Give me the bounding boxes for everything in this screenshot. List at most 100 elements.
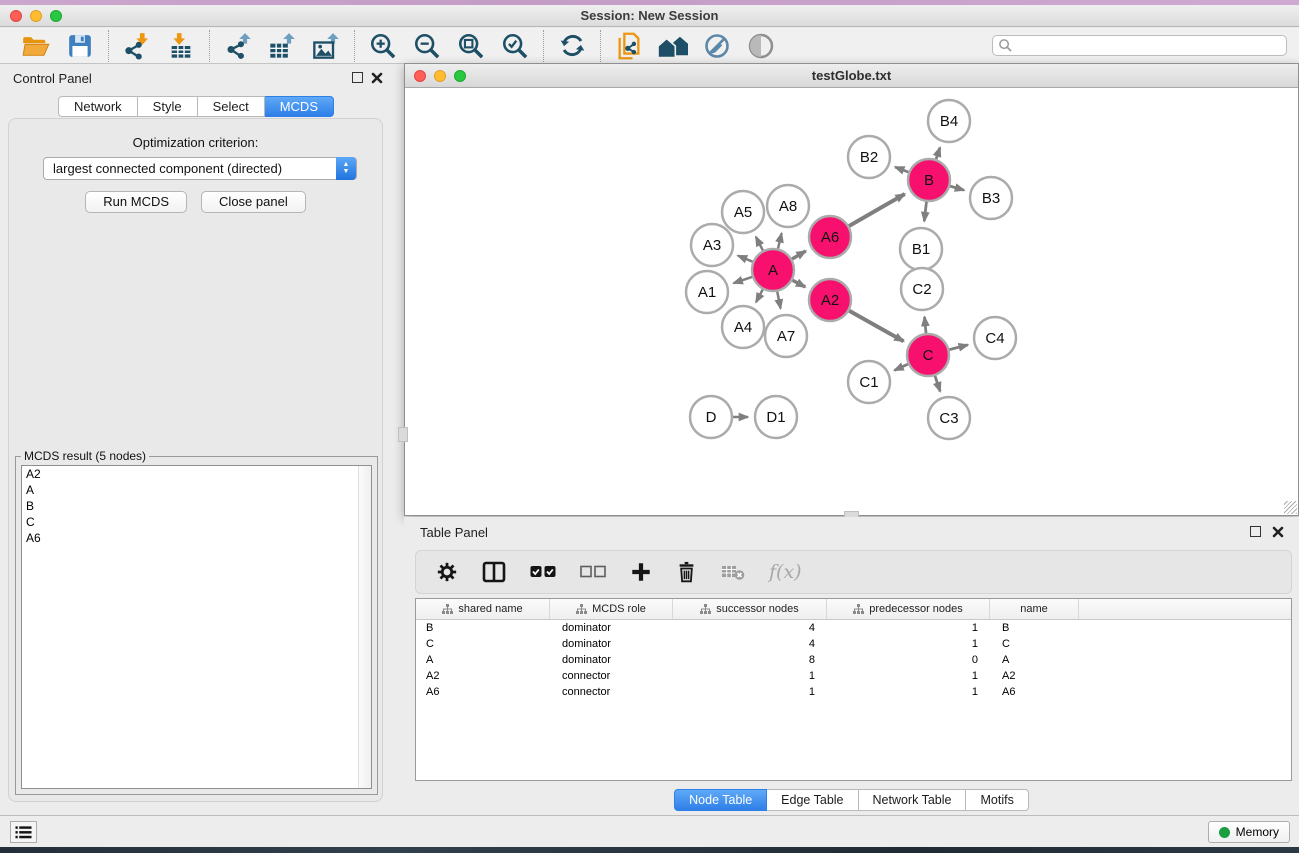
graph-edge[interactable] [849, 194, 905, 226]
graph-edge[interactable] [756, 289, 763, 302]
import-network-icon[interactable] [122, 31, 152, 61]
graph-edge[interactable] [849, 311, 903, 342]
show-column-panel-icon[interactable] [482, 561, 506, 583]
graph-edge[interactable] [924, 202, 926, 221]
table-row[interactable]: A6connector11A6 [416, 684, 1291, 700]
table-row[interactable]: Cdominator41C [416, 636, 1291, 652]
network-search-input[interactable] [992, 35, 1287, 56]
window-resize-grip[interactable] [1284, 501, 1297, 514]
graph-node-label: B1 [912, 241, 930, 258]
memory-button[interactable]: Memory [1208, 821, 1290, 843]
float-table-panel-icon[interactable] [1250, 526, 1261, 537]
zoom-fit-icon[interactable] [456, 31, 486, 61]
zoom-out-icon[interactable] [412, 31, 442, 61]
mcds-result-list[interactable]: A2ABCA6 [21, 465, 372, 789]
column-header-mcds-role[interactable]: MCDS role [550, 599, 673, 619]
clone-network-icon[interactable] [614, 31, 644, 61]
table-panel: Table Panel [404, 517, 1299, 815]
graph-edge[interactable] [894, 364, 908, 370]
network-canvas[interactable]: B4B2BB3A5A8A6A3B1AA1C2A2A4A7C4CC1C3DD1 [405, 88, 1298, 515]
graph-edge[interactable] [777, 292, 780, 309]
refresh-layout-icon[interactable] [557, 31, 587, 61]
delete-column-trash-icon[interactable] [676, 561, 697, 583]
tab-network[interactable]: Network [58, 96, 138, 117]
import-table-icon[interactable] [166, 31, 196, 61]
zoom-in-icon[interactable] [368, 31, 398, 61]
tab-node-table[interactable]: Node Table [674, 789, 767, 811]
close-panel-button[interactable]: Close panel [201, 191, 306, 213]
graph-edge[interactable] [756, 237, 763, 251]
float-panel-icon[interactable] [352, 72, 363, 83]
run-mcds-button[interactable]: Run MCDS [85, 191, 187, 213]
save-session-icon[interactable] [65, 31, 95, 61]
graph-edge[interactable] [792, 251, 806, 259]
delete-table-icon[interactable] [721, 563, 745, 581]
graph-node-label: A7 [777, 328, 795, 345]
create-column-icon[interactable] [630, 561, 652, 583]
export-network-icon[interactable] [223, 31, 253, 61]
app-titlebar: Session: New Session [0, 5, 1299, 27]
tab-mcds[interactable]: MCDS [265, 96, 334, 117]
mcds-result-item[interactable]: A2 [22, 466, 371, 482]
graph-node-label: A2 [821, 292, 839, 309]
graph-node-label: A1 [698, 284, 716, 301]
column-header-predecessor-nodes[interactable]: predecessor nodes [827, 599, 990, 619]
graph-node-label: A6 [821, 229, 839, 246]
first-neighbors-icon[interactable] [658, 31, 688, 61]
tab-select[interactable]: Select [198, 96, 265, 117]
table-settings-gear-icon[interactable] [436, 561, 458, 583]
zoom-selected-icon[interactable] [500, 31, 530, 61]
graph-edge[interactable] [950, 186, 964, 190]
export-table-icon[interactable] [267, 31, 297, 61]
close-table-panel-icon[interactable] [1272, 525, 1284, 537]
desktop-background-strip [0, 847, 1299, 853]
graph-edge[interactable] [936, 148, 940, 160]
nodes-layer: B4B2BB3A5A8A6A3B1AA1C2A2A4A7C4CC1C3DD1 [686, 100, 1016, 439]
splitter-grip[interactable] [398, 427, 408, 442]
graph-edge[interactable] [778, 233, 782, 248]
tab-network-table[interactable]: Network Table [859, 789, 967, 811]
search-field-wrap [992, 35, 1287, 56]
table-toolbar: f(x) [415, 550, 1292, 594]
show-all-icon[interactable] [746, 31, 776, 61]
deselect-all-columns-icon[interactable] [580, 565, 606, 579]
close-panel-icon[interactable] [371, 71, 383, 83]
column-header-successor-nodes[interactable]: successor nodes [673, 599, 827, 619]
table-cell: B [416, 622, 550, 634]
graph-node-label: D [706, 409, 717, 426]
network-window-titlebar[interactable]: testGlobe.txt [405, 64, 1298, 88]
graph-edge[interactable] [925, 317, 926, 333]
open-session-icon[interactable] [21, 31, 51, 61]
table-row[interactable]: A2connector11A2 [416, 668, 1291, 684]
table-panel-title: Table Panel [420, 525, 488, 540]
tab-edge-table[interactable]: Edge Table [767, 789, 858, 811]
hide-selected-icon[interactable] [702, 31, 732, 61]
tab-style[interactable]: Style [138, 96, 198, 117]
mcds-result-item[interactable]: A [22, 482, 371, 498]
select-all-columns-icon[interactable] [530, 565, 556, 579]
graph-edge[interactable] [935, 376, 940, 392]
table-cell: dominator [550, 638, 673, 650]
list-icon [15, 825, 32, 840]
export-image-icon[interactable] [311, 31, 341, 61]
column-header-name[interactable]: name [990, 599, 1079, 619]
table-row[interactable]: Adominator80A [416, 652, 1291, 668]
mcds-result-item[interactable]: B [22, 498, 371, 514]
status-bar: Memory [0, 815, 1299, 847]
graph-edge[interactable] [895, 167, 908, 172]
graph-edge[interactable] [949, 345, 968, 350]
column-header-shared-name[interactable]: shared name [416, 599, 550, 619]
function-builder-icon[interactable]: f(x) [769, 561, 802, 583]
mcds-result-item[interactable]: A6 [22, 530, 371, 546]
table-cell: B [990, 622, 1079, 634]
graph-edge[interactable] [734, 277, 753, 283]
tab-motifs[interactable]: Motifs [966, 789, 1028, 811]
table-row[interactable]: Bdominator41B [416, 620, 1291, 636]
mcds-result-item[interactable]: C [22, 514, 371, 530]
graph-edge[interactable] [738, 256, 753, 262]
criterion-select[interactable]: largest connected component (directed) ▲… [43, 157, 357, 180]
show-panels-list-button[interactable] [10, 821, 37, 843]
graph-node-label: A [768, 262, 778, 279]
graph-edge[interactable] [792, 280, 805, 287]
list-scrollbar[interactable] [358, 466, 371, 788]
